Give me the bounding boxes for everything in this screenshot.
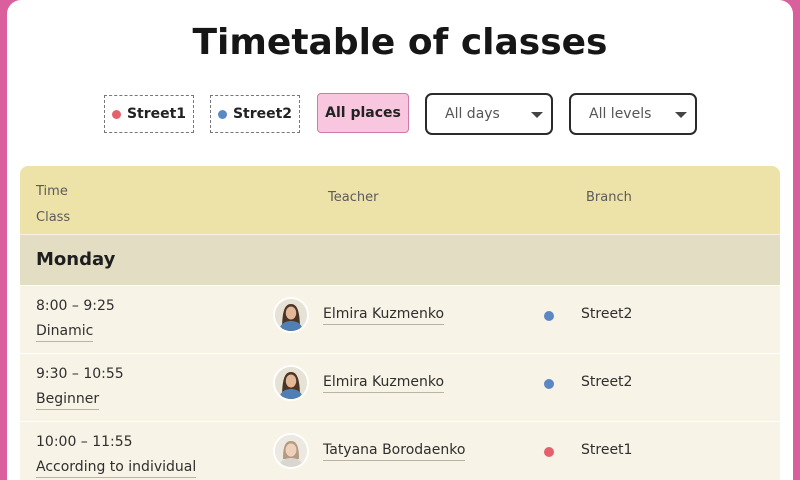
header-teacher: Teacher	[328, 190, 379, 205]
header-time-class: Time Class	[36, 179, 70, 231]
table-header: Time Class Teacher Branch	[20, 166, 780, 234]
days-select-value: All days	[445, 106, 500, 122]
chevron-down-icon	[675, 112, 687, 118]
street1-dot-icon	[111, 109, 121, 119]
teacher-avatar[interactable]	[273, 433, 309, 469]
filter-bar: Street1 Street2 All places All days All …	[7, 93, 793, 135]
teacher-name-link[interactable]: Elmira Kuzmenko	[323, 306, 445, 325]
day-heading: Monday	[36, 249, 116, 270]
header-branch: Branch	[586, 190, 632, 205]
levels-select-value: All levels	[589, 106, 652, 122]
class-time: 9:30 – 10:55	[36, 366, 124, 382]
day-heading-row: Monday	[20, 234, 780, 285]
class-name-link[interactable]: According to individual	[36, 459, 197, 478]
class-name-link[interactable]: Dinamic	[36, 323, 94, 342]
filter-all-places-label: All places	[325, 105, 401, 121]
woman-light-hair-avatar-icon	[275, 435, 307, 467]
teacher-avatar[interactable]	[273, 365, 309, 401]
branch-name: Street2	[581, 374, 633, 390]
table-row: 9:30 – 10:55 Beginner Elmira Kuzmenko St…	[20, 353, 780, 421]
branch-dot-icon	[544, 447, 554, 457]
table-row: 10:00 – 11:55 According to individual Ta…	[20, 421, 780, 480]
header-class: Class	[36, 210, 71, 225]
branch-dot-icon	[544, 311, 554, 321]
class-time: 8:00 – 9:25	[36, 298, 115, 314]
timetable-table: Time Class Teacher Branch Monday 8:00 – …	[20, 166, 780, 480]
teacher-avatar[interactable]	[273, 297, 309, 333]
chevron-down-icon	[531, 112, 543, 118]
filter-all-places-button[interactable]: All places	[317, 93, 409, 133]
class-time: 10:00 – 11:55	[36, 434, 133, 450]
page-title: Timetable of classes	[192, 22, 608, 63]
teacher-name-link[interactable]: Elmira Kuzmenko	[323, 374, 445, 393]
filter-street1-button[interactable]: Street1	[104, 95, 194, 133]
street2-dot-icon	[217, 109, 227, 119]
woman-dark-hair-avatar-icon	[275, 299, 307, 331]
levels-select[interactable]: All levels	[569, 93, 697, 135]
branch-dot-icon	[544, 379, 554, 389]
filter-street2-button[interactable]: Street2	[210, 95, 300, 133]
teacher-name-link[interactable]: Tatyana Borodaenko	[323, 442, 466, 461]
timetable-card: Timetable of classes Street1 Street2 All…	[7, 0, 793, 480]
branch-name: Street2	[581, 306, 633, 322]
days-select[interactable]: All days	[425, 93, 553, 135]
woman-dark-hair-avatar-icon	[275, 367, 307, 399]
filter-street2-label: Street2	[232, 106, 293, 122]
branch-name: Street1	[581, 442, 633, 458]
filter-street1-label: Street1	[126, 106, 187, 122]
table-row: 8:00 – 9:25 Dinamic Elmira Kuzmenko Stre…	[20, 285, 780, 353]
header-time: Time	[36, 184, 68, 199]
class-name-link[interactable]: Beginner	[36, 391, 100, 410]
